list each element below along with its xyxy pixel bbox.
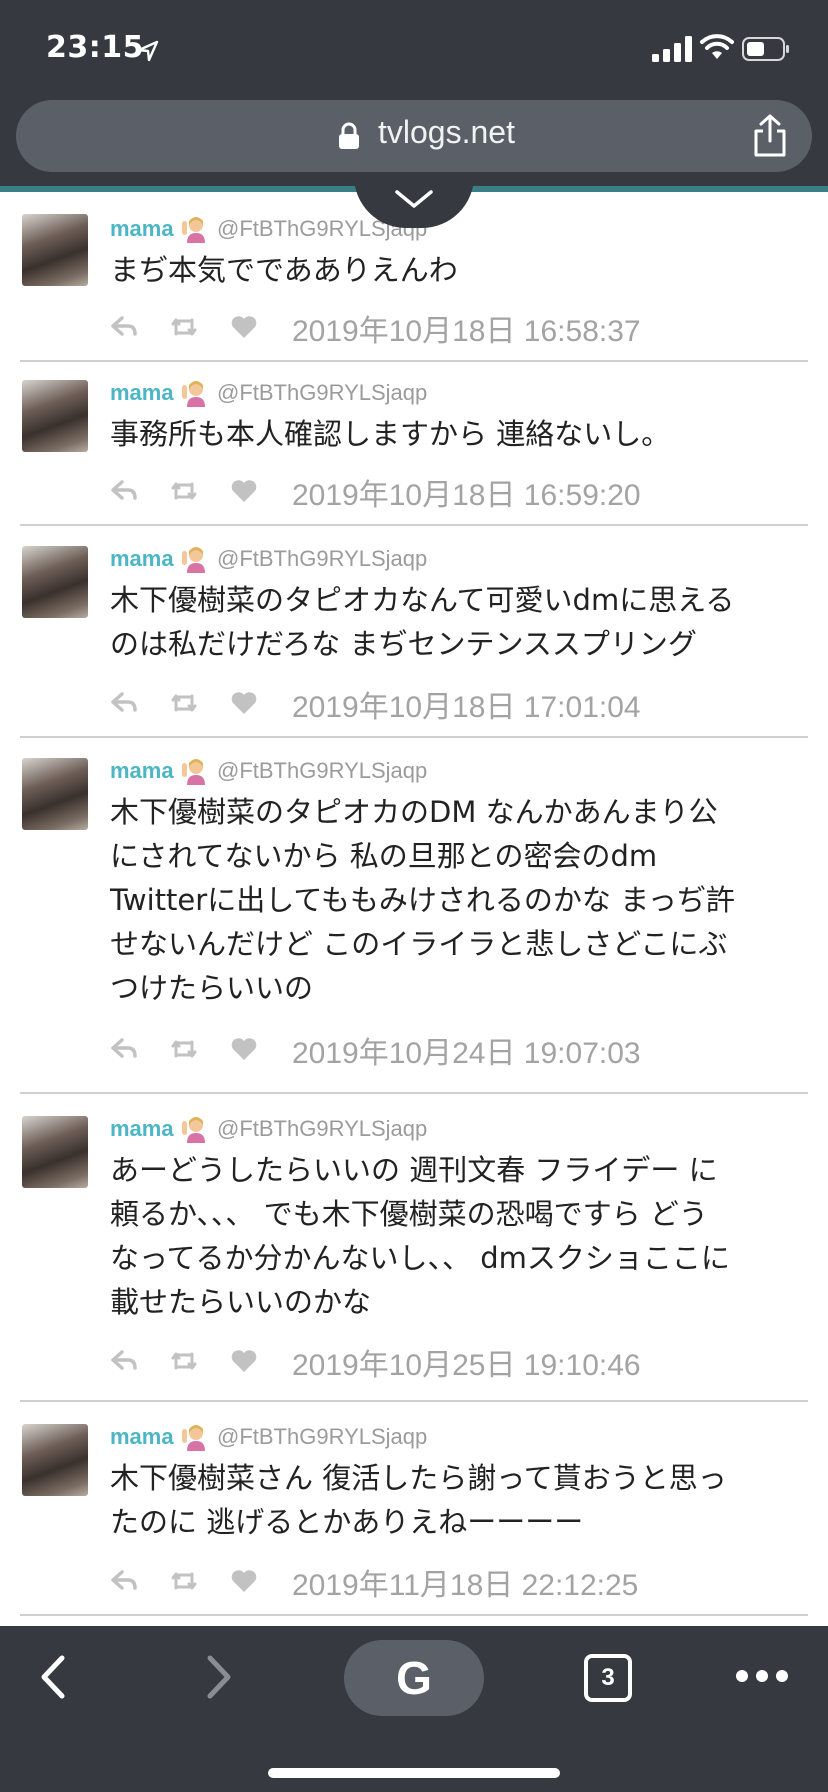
tweet-divider: [20, 1092, 808, 1094]
tweet-text-line: 木下優樹菜さん 復活したら謝って貰おうと思っ: [110, 1461, 727, 1495]
user-handle[interactable]: @FtBThG9RYLSjaqp: [217, 1116, 427, 1142]
heart-icon[interactable]: [230, 1568, 258, 1594]
tweet-text-line: にされてないから 私の旦那との密会のdm: [110, 839, 658, 873]
tweet-text-line: Twitterに出してももみけされるのかな まっぢ許: [110, 883, 735, 917]
tweet-text-line: たのに 逃げるとかありえねーーーー: [110, 1505, 584, 1539]
google-button[interactable]: G: [344, 1640, 484, 1716]
heart-icon[interactable]: [230, 1036, 258, 1062]
woman-gesturing-emoji-icon: [182, 759, 205, 785]
avatar[interactable]: [22, 380, 88, 452]
avatar[interactable]: [22, 758, 88, 830]
share-icon[interactable]: [750, 114, 790, 158]
timestamp[interactable]: 2019年10月24日 19:07:03: [292, 1028, 641, 1072]
retweet-icon[interactable]: [170, 1568, 198, 1594]
avatar[interactable]: [22, 214, 88, 286]
timestamp[interactable]: 2019年11月18日 22:12:25: [292, 1560, 638, 1604]
chevron-down-icon: [395, 190, 433, 208]
browser-top-bar: 23:15 tvlogs.net: [0, 0, 828, 190]
tweet-text-line: なってるか分かんないし、、 dmスクショここに: [110, 1241, 730, 1275]
timestamp[interactable]: 2019年10月18日 16:58:37: [292, 306, 641, 350]
reply-icon[interactable]: [110, 690, 138, 716]
back-icon[interactable]: [36, 1652, 72, 1702]
tweet-divider: [20, 1614, 808, 1616]
retweet-icon[interactable]: [170, 1348, 198, 1374]
user-handle[interactable]: @FtBThG9RYLSjaqp: [217, 1424, 427, 1450]
avatar[interactable]: [22, 546, 88, 618]
location-arrow-icon: [137, 40, 159, 62]
heart-icon[interactable]: [230, 690, 258, 716]
home-indicator: [268, 1768, 560, 1778]
tweet-text-line: あーどうしたらいいの 週刊文春 フライデー に: [110, 1153, 718, 1187]
retweet-icon[interactable]: [170, 1036, 198, 1062]
tweet-text-line: まぢ本気でであありえんわ: [110, 253, 458, 287]
user-handle[interactable]: @FtBThG9RYLSjaqp: [217, 758, 427, 784]
forward-icon[interactable]: [200, 1652, 236, 1702]
browser-bottom-toolbar: G 3: [0, 1626, 828, 1792]
tweet-divider: [20, 736, 808, 738]
tweet-text-line: のは私だけだろな まぢセンテンススプリング: [110, 627, 697, 661]
tweet-text: 木下優樹菜のタピオカのDM なんかあんまり公 にされてないから 私の旦那との密会…: [110, 790, 810, 1010]
reply-icon[interactable]: [110, 314, 138, 340]
timestamp[interactable]: 2019年10月25日 19:10:46: [292, 1340, 641, 1384]
timestamp[interactable]: 2019年10月18日 17:01:04: [292, 682, 641, 726]
woman-gesturing-emoji-icon: [182, 381, 205, 407]
reply-icon[interactable]: [110, 1348, 138, 1374]
tweet-text-line: 事務所も本人確認しますから 連絡ないし。: [110, 417, 671, 451]
status-time: 23:15: [46, 30, 144, 65]
timestamp[interactable]: 2019年10月18日 16:59:20: [292, 470, 641, 514]
retweet-icon[interactable]: [170, 690, 198, 716]
more-icon[interactable]: [734, 1662, 790, 1690]
reply-icon[interactable]: [110, 478, 138, 504]
tweet-text: あーどうしたらいいの 週刊文春 フライデー に 頼るか、、、 でも木下優樹菜の恐…: [110, 1148, 810, 1324]
heart-icon[interactable]: [230, 1348, 258, 1374]
reply-icon[interactable]: [110, 1568, 138, 1594]
reply-icon[interactable]: [110, 1036, 138, 1062]
tweet-feed[interactable]: mama @FtBThG9RYLSjaqp まぢ本気でであありえんわ 2019年…: [0, 192, 828, 1626]
tweet-text-line: 頼るか、、、 でも木下優樹菜の恐喝ですら どう: [110, 1197, 708, 1231]
tweet-text: 木下優樹菜のタピオカなんて可愛いdmに思える のは私だけだろな まぢセンテンスス…: [110, 578, 810, 666]
username[interactable]: mama: [110, 1116, 174, 1142]
tweet-text: 木下優樹菜さん 復活したら謝って貰おうと思っ たのに 逃げるとかありえねーーーー: [110, 1456, 810, 1544]
tweet-text-line: せないんだけど このイライラと悲しさどこにぶ: [110, 927, 728, 961]
woman-gesturing-emoji-icon: [182, 547, 205, 573]
retweet-icon[interactable]: [170, 478, 198, 504]
tweet-text: まぢ本気でであありえんわ: [110, 248, 810, 292]
tweet-divider: [20, 360, 808, 362]
username[interactable]: mama: [110, 1424, 174, 1450]
tweet-divider: [20, 1400, 808, 1402]
tweet-text-line: つけたらいいの: [110, 971, 314, 1005]
tabs-button[interactable]: 3: [584, 1654, 632, 1702]
username[interactable]: mama: [110, 380, 174, 406]
heart-icon[interactable]: [230, 478, 258, 504]
lock-icon: [339, 122, 359, 149]
signal-icon: [652, 36, 692, 62]
woman-gesturing-emoji-icon: [182, 1117, 205, 1143]
user-handle[interactable]: @FtBThG9RYLSjaqp: [217, 546, 427, 572]
wifi-icon: [700, 34, 734, 59]
user-handle[interactable]: @FtBThG9RYLSjaqp: [217, 380, 427, 406]
tweet-text: 事務所も本人確認しますから 連絡ないし。: [110, 412, 810, 456]
tweet-text-line: 木下優樹菜のタピオカのDM なんかあんまり公: [110, 795, 718, 829]
username[interactable]: mama: [110, 546, 174, 572]
address-bar[interactable]: tvlogs.net: [16, 100, 812, 172]
avatar[interactable]: [22, 1116, 88, 1188]
username[interactable]: mama: [110, 758, 174, 784]
tweet-divider: [20, 524, 808, 526]
woman-gesturing-emoji-icon: [182, 217, 205, 243]
battery-icon: [742, 37, 789, 61]
tweet-text-line: 載せたらいいのかな: [110, 1285, 372, 1319]
avatar[interactable]: [22, 1424, 88, 1496]
url-text: tvlogs.net: [378, 114, 515, 150]
heart-icon[interactable]: [230, 314, 258, 340]
tweet-text-line: 木下優樹菜のタピオカなんて可愛いdmに思える: [110, 583, 735, 617]
username[interactable]: mama: [110, 216, 174, 242]
retweet-icon[interactable]: [170, 314, 198, 340]
woman-gesturing-emoji-icon: [182, 1425, 205, 1451]
status-bar: 23:15: [0, 0, 828, 96]
